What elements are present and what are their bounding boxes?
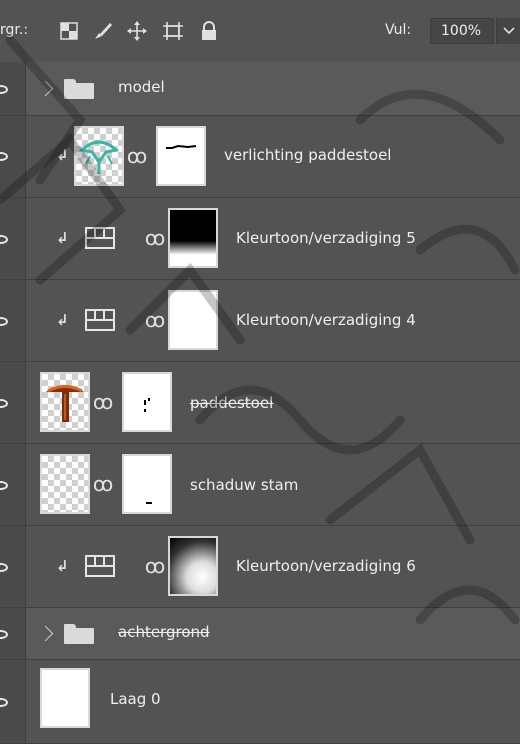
layer-name[interactable]: paddestoel xyxy=(190,394,273,412)
link-icon[interactable]: ꝏ xyxy=(145,226,165,250)
eye-icon[interactable] xyxy=(0,396,12,410)
layer-row-model[interactable]: model xyxy=(0,62,520,116)
hue-saturation-adjustment-icon xyxy=(84,307,118,335)
eye-icon[interactable] xyxy=(0,314,12,328)
eye-icon[interactable] xyxy=(0,82,12,96)
lock-all-icon[interactable] xyxy=(194,14,224,48)
layer-row-laag-0[interactable]: Laag 0 xyxy=(0,660,520,744)
eye-icon[interactable] xyxy=(0,232,12,246)
layer-row-kleurtoon-5[interactable]: ↲ ꝏ Kleurtoon/verzadiging 5 xyxy=(0,198,520,280)
chevron-right-icon[interactable] xyxy=(37,80,54,97)
layer-thumbnail[interactable] xyxy=(40,454,90,514)
clipping-arrow-icon: ↲ xyxy=(56,557,69,575)
layer-row-paddestoel[interactable]: ꝏ paddestoel xyxy=(0,362,520,444)
layers-list: model ↲ ꝏ verlichting paddestoel ↲ ꝏ Kle… xyxy=(0,62,520,744)
visibility-column xyxy=(0,526,26,607)
fill-dropdown-arrow-icon[interactable] xyxy=(496,18,520,44)
layer-name[interactable]: Kleurtoon/verzadiging 4 xyxy=(236,311,416,329)
eye-icon[interactable] xyxy=(0,149,12,163)
layer-name[interactable]: schaduw stam xyxy=(190,476,298,494)
lock-position-icon[interactable] xyxy=(122,14,152,48)
visibility-column xyxy=(0,660,26,743)
fill-label: Vul: xyxy=(385,22,412,38)
visibility-column xyxy=(0,116,26,197)
visibility-column xyxy=(0,280,26,361)
layer-row-schaduw-stam[interactable]: ꝏ schaduw stam xyxy=(0,444,520,526)
layers-toolbar: rgr.: Vul: 100% xyxy=(0,0,520,62)
clipping-arrow-icon: ↲ xyxy=(56,311,69,329)
clipping-arrow-icon: ↲ xyxy=(56,229,69,247)
layer-row-verlichting-paddestoel[interactable]: ↲ ꝏ verlichting paddestoel xyxy=(0,116,520,198)
visibility-column xyxy=(0,362,26,443)
layer-row-kleurtoon-4[interactable]: ↲ ꝏ Kleurtoon/verzadiging 4 xyxy=(0,280,520,362)
layer-mask-thumbnail[interactable] xyxy=(122,372,172,432)
eye-icon[interactable] xyxy=(0,478,12,492)
link-icon[interactable]: ꝏ xyxy=(93,390,113,414)
visibility-column xyxy=(0,608,26,659)
folder-icon xyxy=(64,624,94,644)
hue-saturation-adjustment-icon xyxy=(84,225,118,253)
layer-name[interactable]: achtergrond xyxy=(118,623,210,641)
link-icon[interactable]: ꝏ xyxy=(145,554,165,578)
lock-transparent-pixels-icon[interactable] xyxy=(54,14,84,48)
fill-input[interactable]: 100% xyxy=(430,18,494,44)
layer-mask-thumbnail[interactable] xyxy=(156,126,206,186)
layer-name[interactable]: verlichting paddestoel xyxy=(224,146,391,164)
layer-name[interactable]: Laag 0 xyxy=(110,690,161,708)
link-icon[interactable]: ꝏ xyxy=(127,144,147,168)
layer-mask-thumbnail[interactable] xyxy=(168,536,218,596)
layer-name[interactable]: Kleurtoon/verzadiging 6 xyxy=(236,557,416,575)
layer-row-kleurtoon-6[interactable]: ↲ ꝏ Kleurtoon/verzadiging 6 xyxy=(0,526,520,608)
layer-thumbnail[interactable] xyxy=(40,668,90,728)
hue-saturation-adjustment-icon xyxy=(84,553,118,581)
layer-row-achtergrond[interactable]: achtergrond xyxy=(0,608,520,660)
lock-image-pixels-icon[interactable] xyxy=(88,14,118,48)
layer-mask-thumbnail[interactable] xyxy=(168,290,218,350)
eye-icon[interactable] xyxy=(0,695,12,709)
link-icon[interactable]: ꝏ xyxy=(145,308,165,332)
eye-icon[interactable] xyxy=(0,560,12,574)
folder-icon xyxy=(64,79,94,99)
chevron-right-icon[interactable] xyxy=(37,625,54,642)
layer-mask-thumbnail[interactable] xyxy=(168,208,218,268)
layer-mask-thumbnail[interactable] xyxy=(122,454,172,514)
visibility-column xyxy=(0,62,26,115)
clipping-arrow-icon: ↲ xyxy=(56,146,69,164)
layer-thumbnail[interactable] xyxy=(74,126,124,186)
layer-name[interactable]: model xyxy=(118,78,165,96)
visibility-column xyxy=(0,444,26,525)
layer-thumbnail[interactable] xyxy=(40,372,90,432)
lock-label: rgr.: xyxy=(0,22,29,38)
eye-icon[interactable] xyxy=(0,627,12,641)
visibility-column xyxy=(0,198,26,279)
layer-name[interactable]: Kleurtoon/verzadiging 5 xyxy=(236,229,416,247)
link-icon[interactable]: ꝏ xyxy=(93,472,113,496)
lock-artboard-icon[interactable] xyxy=(158,14,188,48)
